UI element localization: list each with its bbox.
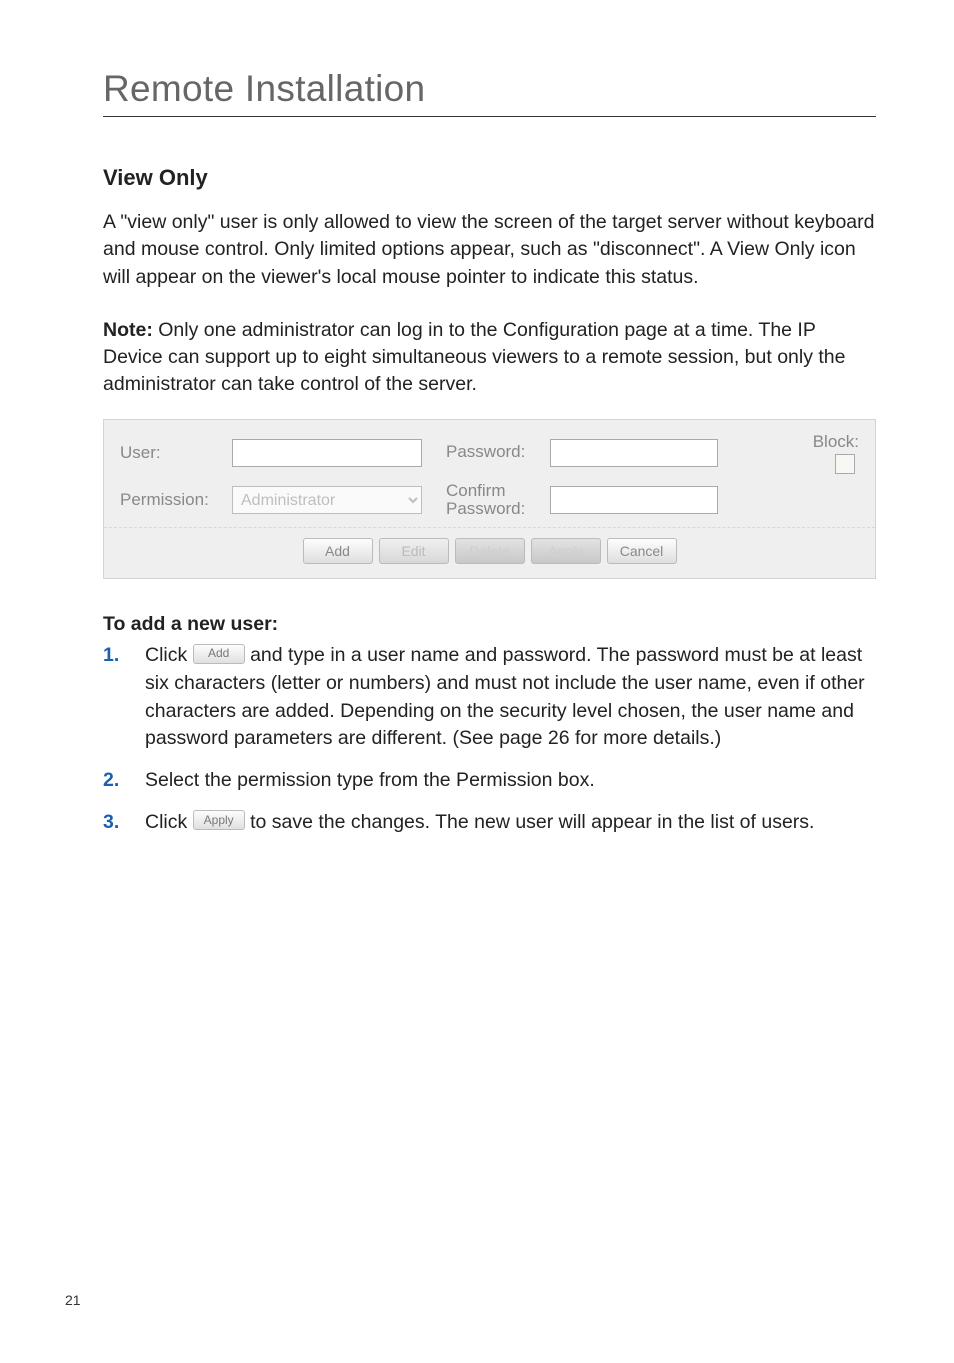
user-input[interactable] — [232, 439, 422, 467]
form-button-row: Add Edit Delete Apply Cancel — [104, 527, 875, 578]
permission-select[interactable]: Administrator — [232, 486, 422, 514]
confirm-password-label: Confirm Password: — [446, 482, 544, 519]
cancel-button[interactable]: Cancel — [607, 538, 677, 564]
note-paragraph: Note: Only one administrator can log in … — [103, 317, 876, 399]
user-form-panel: User: Password: Block: Permission: Admin… — [103, 419, 876, 579]
password-label: Password: — [446, 443, 544, 462]
note-body: Only one administrator can log in to the… — [103, 319, 846, 396]
add-button[interactable]: Add — [303, 538, 373, 564]
inline-apply-button: Apply — [193, 810, 245, 830]
step-1-post: and type in a user name and password. Th… — [145, 644, 865, 749]
step-3-post: to save the changes. The new user will a… — [245, 811, 815, 833]
block-checkbox[interactable] — [835, 454, 855, 474]
permission-label: Permission: — [120, 490, 226, 510]
block-label: Block: — [813, 432, 859, 452]
apply-button[interactable]: Apply — [531, 538, 601, 564]
password-input[interactable] — [550, 439, 718, 467]
step-1: Click Add and type in a user name and pa… — [103, 642, 876, 753]
step-3-pre: Click — [145, 811, 193, 833]
step-3: Click Apply to save the changes. The new… — [103, 809, 876, 837]
view-only-description: A "view only" user is only allowed to vi… — [103, 209, 876, 291]
page-title: Remote Installation — [103, 68, 876, 110]
note-label: Note: — [103, 319, 153, 341]
user-label: User: — [120, 443, 226, 463]
delete-button[interactable]: Delete — [455, 538, 525, 564]
step-1-pre: Click — [145, 644, 193, 666]
steps-list: Click Add and type in a user name and pa… — [103, 642, 876, 836]
view-only-heading: View Only — [103, 165, 876, 191]
step-2: Select the permission type from the Perm… — [103, 767, 876, 795]
add-user-heading: To add a new user: — [103, 613, 876, 636]
confirm-password-input[interactable] — [550, 486, 718, 514]
user-row: User: Password: Block: — [120, 432, 859, 474]
page-number: 21 — [65, 1292, 81, 1308]
inline-add-button: Add — [193, 644, 245, 664]
permission-row: Permission: Administrator Confirm Passwo… — [120, 482, 859, 519]
edit-button[interactable]: Edit — [379, 538, 449, 564]
title-rule — [103, 116, 876, 117]
